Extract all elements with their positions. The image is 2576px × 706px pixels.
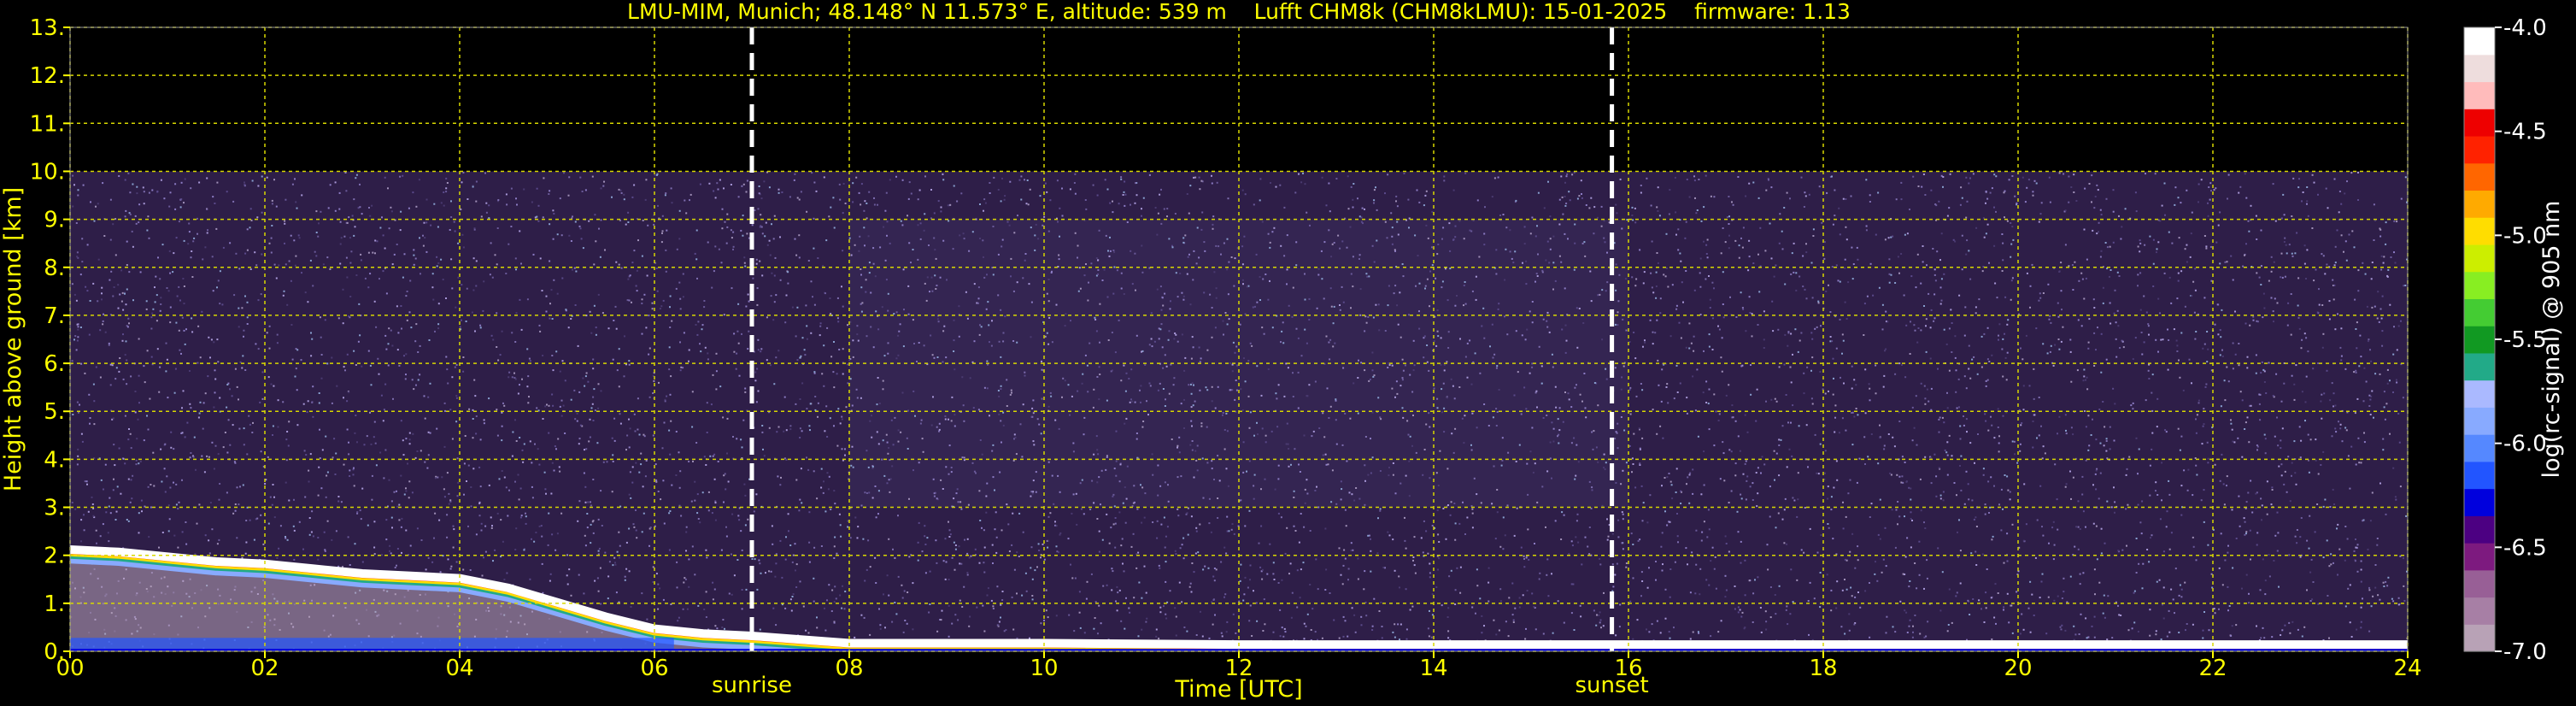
colorbar-segment — [2464, 326, 2495, 354]
x-axis-label: Time [UTC] — [1174, 676, 1302, 703]
colorbar-label: log(rc-signal) @ 905 nm — [2538, 201, 2565, 479]
colorbar-segment — [2464, 352, 2495, 381]
x-tick-label: 06 — [640, 656, 668, 681]
y-tick-label: 0. — [44, 639, 65, 665]
colorbar-tick-label: -4.0 — [2503, 15, 2547, 41]
y-tick-label: 6. — [44, 351, 65, 377]
chart-title: LMU-MIM, Munich; 48.148° N 11.573° E, al… — [627, 0, 1851, 24]
colorbar-segment — [2464, 271, 2495, 299]
x-tick-label: 20 — [2004, 656, 2032, 681]
x-tick-label: 04 — [445, 656, 473, 681]
colorbar-segment — [2464, 515, 2495, 544]
x-tick-label: 24 — [2393, 656, 2421, 681]
y-tick-label: 8. — [44, 256, 65, 281]
colorbar-segment — [2464, 624, 2495, 652]
y-tick-label: 12. — [30, 63, 65, 89]
colorbar-tick-label: -4.5 — [2503, 120, 2547, 145]
y-tick-label: 5. — [44, 399, 65, 425]
colorbar-segment — [2464, 298, 2495, 327]
plot-area — [70, 27, 2408, 651]
y-tick-label: 11. — [30, 111, 65, 137]
x-tick-label: 16 — [1614, 656, 1642, 681]
x-tick-label: 10 — [1030, 656, 1058, 681]
colorbar-segment — [2464, 461, 2495, 490]
marker-sunrise-label: sunrise — [712, 673, 792, 698]
colorbar-segment — [2464, 217, 2495, 245]
ceilometer-chart: LMU-MIM, Munich; 48.148° N 11.573° E, al… — [0, 0, 2576, 706]
colorbar-segment — [2464, 434, 2495, 462]
colorbar-segment — [2464, 190, 2495, 218]
colorbar-segment — [2464, 109, 2495, 137]
y-tick-label: 7. — [44, 303, 65, 329]
y-tick-label: 3. — [44, 496, 65, 521]
y-axis-label: Height above ground [km] — [0, 187, 26, 491]
x-tick-label: 02 — [250, 656, 279, 681]
colorbar-segment — [2464, 569, 2495, 598]
y-tick-label: 2. — [44, 544, 65, 569]
colorbar-tick-label: -6.5 — [2503, 535, 2547, 561]
x-tick-label: 14 — [1419, 656, 1447, 681]
colorbar-segment — [2464, 54, 2495, 83]
colorbar-segment — [2464, 379, 2495, 408]
colorbar-segment — [2464, 488, 2495, 516]
x-tick-label: 18 — [1809, 656, 1837, 681]
colorbar-segment — [2464, 81, 2495, 109]
colorbar-segment — [2464, 27, 2495, 56]
x-tick-label: 22 — [2198, 656, 2227, 681]
y-tick-label: 4. — [44, 447, 65, 473]
y-tick-label: 9. — [44, 208, 65, 233]
colorbar-segment — [2464, 162, 2495, 191]
colorbar-segment — [2464, 543, 2495, 571]
colorbar-segment — [2464, 244, 2495, 273]
colorbar-tick-label: -7.0 — [2503, 639, 2547, 665]
y-tick-label: 1. — [44, 591, 65, 617]
y-tick-label: 13. — [30, 15, 65, 41]
colorbar-segment — [2464, 135, 2495, 164]
colorbar-segment — [2464, 597, 2495, 625]
y-tick-label: 10. — [30, 159, 65, 185]
colorbar-segment — [2464, 407, 2495, 435]
x-tick-label: 08 — [835, 656, 863, 681]
